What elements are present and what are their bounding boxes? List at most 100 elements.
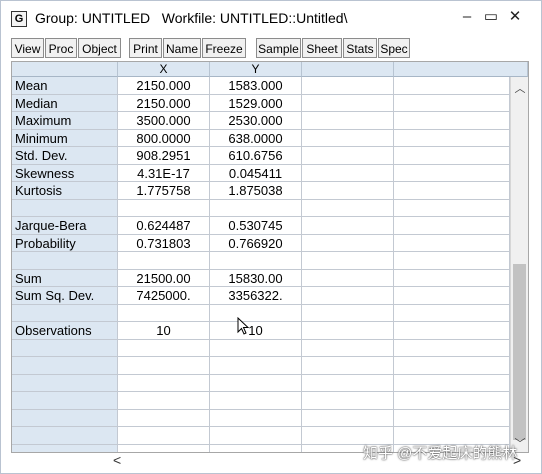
table-row[interactable]: Minimum 800.0000 638.0000: [12, 129, 510, 147]
row-label[interactable]: Minimum: [12, 129, 118, 147]
y-value[interactable]: 1529.000: [210, 94, 302, 112]
empty-cell[interactable]: [302, 182, 394, 200]
table-row[interactable]: Jarque-Bera 0.624487 0.530745: [12, 217, 510, 235]
group-app-icon[interactable]: G: [11, 11, 27, 27]
empty-cell[interactable]: [394, 94, 510, 112]
table-row[interactable]: [12, 304, 510, 322]
row-label[interactable]: Maximum: [12, 112, 118, 130]
y-value[interactable]: 1.875038: [210, 182, 302, 200]
table-row[interactable]: Sum 21500.00 15830.00: [12, 269, 510, 287]
empty-cell[interactable]: [302, 409, 394, 427]
empty-cell[interactable]: [302, 129, 394, 147]
x-value[interactable]: 0.731803: [118, 234, 210, 252]
table-row[interactable]: [12, 374, 510, 392]
empty-cell[interactable]: [302, 199, 394, 217]
y-value[interactable]: [210, 199, 302, 217]
row-label[interactable]: Std. Dev.: [12, 147, 118, 165]
name-button[interactable]: Name: [163, 38, 201, 58]
row-label[interactable]: Median: [12, 94, 118, 112]
x-value[interactable]: [118, 199, 210, 217]
x-value[interactable]: 2150.000: [118, 94, 210, 112]
row-label[interactable]: Probability: [12, 234, 118, 252]
spec-button[interactable]: Spec: [378, 38, 410, 58]
print-button[interactable]: Print: [129, 38, 162, 58]
row-label[interactable]: [12, 392, 118, 410]
y-value[interactable]: 0.045411: [210, 164, 302, 182]
minimize-button[interactable]: –: [457, 7, 477, 27]
empty-cell[interactable]: [302, 339, 394, 357]
y-value[interactable]: [210, 409, 302, 427]
empty-cell[interactable]: [394, 252, 510, 270]
row-label[interactable]: [12, 339, 118, 357]
empty-cell[interactable]: [302, 234, 394, 252]
column-header-y[interactable]: Y: [210, 62, 302, 77]
maximize-button[interactable]: ▭: [481, 7, 501, 27]
object-button[interactable]: Object: [78, 38, 121, 58]
x-value[interactable]: [118, 374, 210, 392]
row-label[interactable]: Observations: [12, 322, 118, 340]
empty-cell[interactable]: [394, 269, 510, 287]
table-row[interactable]: [12, 392, 510, 410]
x-value[interactable]: [118, 339, 210, 357]
x-value[interactable]: 7425000.: [118, 287, 210, 305]
x-value[interactable]: 1.775758: [118, 182, 210, 200]
row-label[interactable]: Skewness: [12, 164, 118, 182]
empty-cell[interactable]: [394, 77, 510, 95]
row-label[interactable]: [12, 409, 118, 427]
row-label[interactable]: [12, 304, 118, 322]
column-header-obs[interactable]: [12, 62, 118, 77]
stats-button[interactable]: Stats: [343, 38, 377, 58]
sample-button[interactable]: Sample: [256, 38, 301, 58]
table-row[interactable]: [12, 339, 510, 357]
proc-button[interactable]: Proc: [45, 38, 77, 58]
table-row[interactable]: [12, 252, 510, 270]
table-row[interactable]: Maximum 3500.000 2530.000: [12, 112, 510, 130]
x-value[interactable]: [118, 252, 210, 270]
row-label[interactable]: Kurtosis: [12, 182, 118, 200]
y-value[interactable]: 10: [210, 322, 302, 340]
empty-cell[interactable]: [394, 112, 510, 130]
row-label[interactable]: Sum Sq. Dev.: [12, 287, 118, 305]
row-label[interactable]: Sum: [12, 269, 118, 287]
column-header-x[interactable]: X: [118, 62, 210, 77]
empty-cell[interactable]: [394, 217, 510, 235]
empty-cell[interactable]: [394, 199, 510, 217]
row-label[interactable]: [12, 374, 118, 392]
empty-cell[interactable]: [394, 164, 510, 182]
y-value[interactable]: 0.530745: [210, 217, 302, 235]
sheet-button[interactable]: Sheet: [302, 38, 342, 58]
empty-cell[interactable]: [302, 357, 394, 375]
column-header-empty-1[interactable]: [302, 62, 394, 77]
table-row[interactable]: Sum Sq. Dev. 7425000. 3356322.: [12, 287, 510, 305]
empty-cell[interactable]: [394, 147, 510, 165]
empty-cell[interactable]: [394, 374, 510, 392]
row-label[interactable]: [12, 444, 118, 452]
table-row[interactable]: Skewness 4.31E-17 0.045411: [12, 164, 510, 182]
x-value[interactable]: 0.624487: [118, 217, 210, 235]
table-row[interactable]: Kurtosis 1.775758 1.875038: [12, 182, 510, 200]
table-row[interactable]: Mean 2150.000 1583.000: [12, 77, 510, 95]
empty-cell[interactable]: [302, 217, 394, 235]
x-value[interactable]: 2150.000: [118, 77, 210, 95]
spreadsheet-grid[interactable]: X Y Mean 2150.000 1583.000 Median 2150.000 15…: [11, 61, 529, 453]
title-bar[interactable]: G Group: UNTITLED Workfile: UNTITLED::Un…: [1, 1, 541, 35]
y-value[interactable]: [210, 392, 302, 410]
empty-cell[interactable]: [302, 322, 394, 340]
y-value[interactable]: 3356322.: [210, 287, 302, 305]
x-value[interactable]: [118, 304, 210, 322]
y-value[interactable]: 15830.00: [210, 269, 302, 287]
table-row[interactable]: [12, 357, 510, 375]
y-value[interactable]: 1583.000: [210, 77, 302, 95]
row-label[interactable]: [12, 427, 118, 445]
empty-cell[interactable]: [394, 234, 510, 252]
scroll-up-icon[interactable]: ︿: [511, 80, 528, 96]
y-value[interactable]: 0.766920: [210, 234, 302, 252]
empty-cell[interactable]: [394, 409, 510, 427]
x-value[interactable]: 4.31E-17: [118, 164, 210, 182]
empty-cell[interactable]: [302, 112, 394, 130]
empty-cell[interactable]: [302, 77, 394, 95]
empty-cell[interactable]: [302, 287, 394, 305]
empty-cell[interactable]: [302, 147, 394, 165]
x-value[interactable]: [118, 392, 210, 410]
y-value[interactable]: 2530.000: [210, 112, 302, 130]
